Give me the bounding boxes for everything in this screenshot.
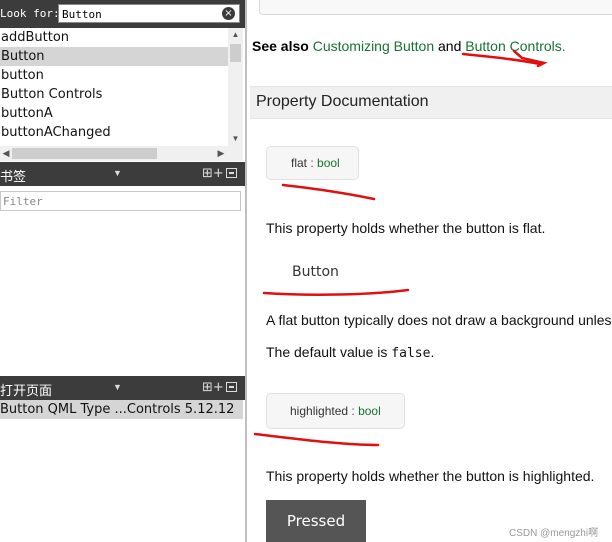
chevron-down-icon[interactable]: ▼	[113, 168, 122, 178]
see-also-line: See also Customizing Button and Button C…	[252, 38, 566, 54]
flat-description: This property holds whether the button i…	[266, 220, 546, 236]
vertical-scroll-thumb[interactable]	[230, 44, 241, 62]
section-header: Property Documentation	[250, 86, 612, 119]
watermark: CSDN @mengzhi啊	[509, 528, 599, 539]
default-value-code: false	[391, 346, 431, 361]
button-controls-link[interactable]: Button Controls	[465, 38, 562, 54]
scroll-right-icon[interactable]: ▶	[215, 146, 227, 161]
section-title: Property Documentation	[256, 93, 429, 110]
left-pane: Look for: Button × addButton Button butt…	[0, 0, 245, 542]
open-pages-panel: Button QML Type ...Controls 5.12.12	[0, 400, 245, 542]
bookmarks-header: 书签 ▼ ⊞+	[0, 162, 245, 186]
split-view-icon[interactable]: ⊞+	[202, 380, 224, 395]
property-type-link[interactable]: bool	[358, 404, 381, 418]
property-signature-flat: flat : bool	[266, 146, 359, 180]
search-input[interactable]: Button ×	[58, 4, 240, 23]
scroll-down-icon[interactable]: ▼	[228, 132, 243, 146]
property-name: highlighted	[290, 404, 349, 418]
flat-more-text: A flat button typically does not draw a …	[266, 312, 612, 328]
scroll-left-icon[interactable]: ◀	[0, 146, 12, 161]
split-view-icon[interactable]: ⊞+	[202, 166, 224, 181]
chevron-down-icon[interactable]: ▼	[113, 382, 122, 392]
property-separator: :	[348, 404, 359, 418]
bookmarks-title: 书签	[0, 170, 27, 185]
list-item[interactable]: Button Controls	[0, 85, 228, 104]
index-list: addButton Button button Button Controls …	[0, 28, 228, 146]
list-item[interactable]: addButton	[0, 28, 228, 47]
property-type-link[interactable]: bool	[317, 156, 340, 170]
search-bar: Look for: Button ×	[0, 0, 245, 28]
see-also-label: See also	[252, 38, 309, 54]
see-also-period: .	[561, 38, 566, 54]
open-pages-header: 打开页面 ▼ ⊞+	[0, 376, 245, 400]
documentation-pane: See also Customizing Button and Button C…	[247, 0, 612, 542]
clear-search-icon[interactable]: ×	[222, 7, 235, 20]
property-signature-highlighted: highlighted : bool	[266, 393, 405, 429]
search-label: Look for:	[0, 7, 60, 20]
horizontal-scrollbar[interactable]: ◀ ▶	[0, 146, 243, 161]
list-item-selected[interactable]: Button	[0, 47, 228, 66]
minimize-panel-icon[interactable]	[226, 382, 237, 392]
highlighted-description: This property holds whether the button i…	[266, 468, 595, 484]
sample-button-label: Button	[292, 264, 339, 280]
filter-input[interactable]: Filter	[0, 191, 241, 211]
default-value-line: The default value is false.	[266, 344, 434, 361]
customizing-button-link[interactable]: Customizing Button	[313, 38, 434, 54]
bookmarks-panel: Filter	[0, 186, 245, 375]
list-item[interactable]: buttonAChanged	[0, 123, 228, 142]
minimize-panel-icon[interactable]	[226, 168, 237, 178]
pressed-sample-button: Pressed	[266, 500, 366, 542]
horizontal-scroll-thumb[interactable]	[12, 148, 157, 159]
default-prefix: The default value is	[266, 344, 392, 360]
default-suffix: .	[430, 344, 435, 360]
vertical-scrollbar[interactable]: ▲ ▼	[228, 28, 243, 146]
property-separator: :	[307, 156, 318, 170]
search-value[interactable]: Button	[62, 8, 102, 21]
open-pages-title: 打开页面	[0, 384, 53, 399]
scroll-up-icon[interactable]: ▲	[228, 28, 243, 42]
filter-placeholder: Filter	[3, 195, 43, 208]
open-page-item[interactable]: Button QML Type ...Controls 5.12.12	[0, 400, 243, 419]
property-name: flat	[291, 156, 308, 170]
see-also-and: and	[438, 38, 462, 54]
list-item[interactable]: button	[0, 66, 228, 85]
list-item[interactable]: buttonA	[0, 104, 228, 123]
previous-section-box	[259, 0, 612, 15]
